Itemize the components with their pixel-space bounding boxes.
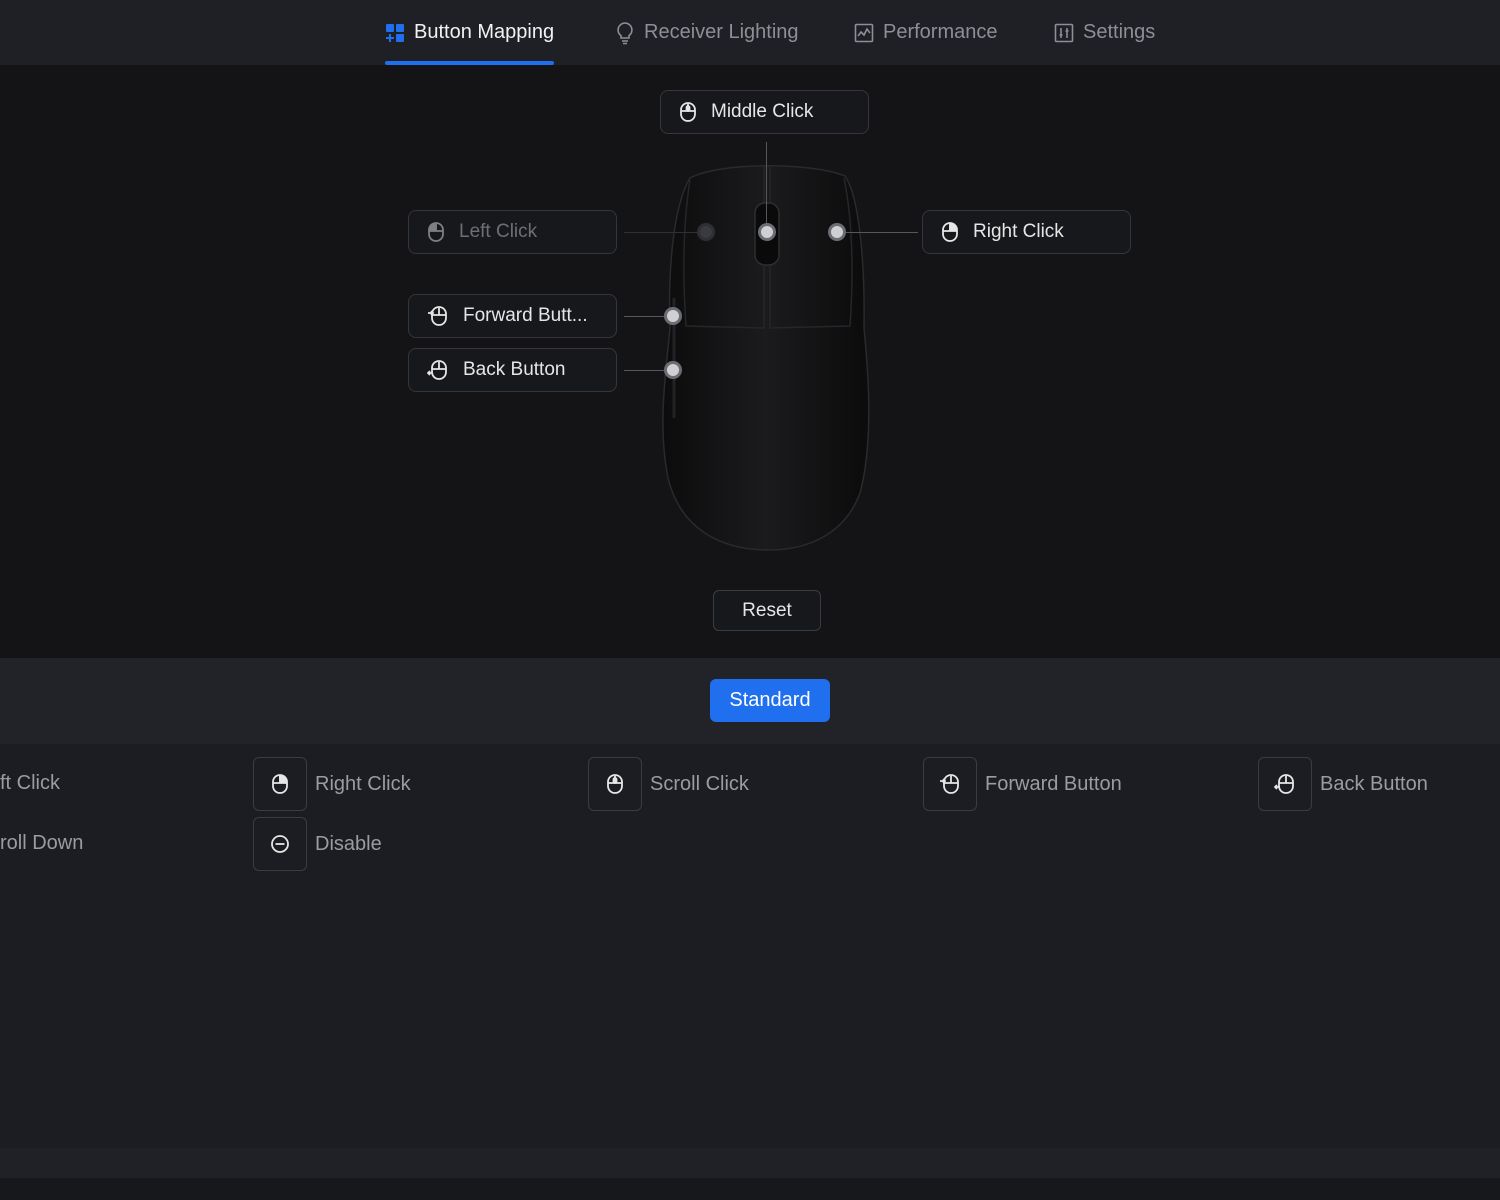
mapping-label: Back Button [463, 359, 566, 380]
mapping-label: Right Click [973, 221, 1064, 242]
action-label: Disable [315, 832, 382, 855]
standard-mode-button[interactable]: Standard [710, 679, 830, 722]
mouse-back-icon [1274, 774, 1294, 794]
action-icon-box [253, 817, 307, 871]
action-left-click[interactable]: ft Click [0, 772, 60, 795]
back-button-mapping[interactable]: Back Button [408, 348, 617, 392]
action-scroll-down[interactable]: roll Down [0, 832, 83, 855]
mouse-forward-icon [940, 774, 959, 794]
action-forward-button[interactable]: Forward Button [923, 757, 1122, 811]
left-connector [624, 232, 698, 233]
tab-label: Receiver Lighting [644, 21, 799, 43]
left-hotspot[interactable] [697, 223, 715, 241]
footer-edge [0, 1178, 1500, 1200]
action-label: roll Down [0, 832, 84, 854]
top-nav: Button Mapping Receiver Lighting Perform… [0, 0, 1500, 65]
action-disable[interactable]: Disable [253, 817, 382, 871]
tab-settings[interactable]: Settings [1054, 0, 1155, 65]
reset-button[interactable]: Reset [713, 590, 821, 631]
back-connector [624, 370, 664, 371]
middle-connector [766, 142, 767, 232]
right-click-mapping[interactable]: Right Click [922, 210, 1131, 254]
lightbulb-icon [617, 21, 633, 44]
action-icon-box [1258, 757, 1312, 811]
tab-button-mapping[interactable]: Button Mapping [385, 0, 555, 65]
forward-button-mapping[interactable]: Forward Butt... [408, 294, 617, 338]
forward-connector [624, 316, 664, 317]
forward-hotspot[interactable] [664, 307, 682, 325]
mouse-forward-icon [428, 306, 447, 326]
action-icon-box [253, 757, 307, 811]
mouse-left-icon [428, 222, 444, 242]
mapping-label: Middle Click [711, 101, 814, 122]
middle-hotspot[interactable] [758, 223, 776, 241]
footer-strip [0, 1148, 1500, 1178]
mapping-label: Forward Butt... [463, 305, 588, 326]
tab-performance[interactable]: Performance [854, 0, 998, 65]
action-scroll-click[interactable]: Scroll Click [588, 757, 749, 811]
disable-icon [271, 835, 289, 853]
chart-icon [854, 23, 874, 42]
mouse-scroll-icon [680, 102, 696, 122]
action-label: ft Click [0, 772, 60, 794]
action-back-button[interactable]: Back Button [1258, 757, 1428, 811]
mouse-right-icon [942, 222, 958, 242]
back-hotspot[interactable] [664, 361, 682, 379]
action-right-click[interactable]: Right Click [253, 757, 411, 811]
left-click-mapping[interactable]: Left Click [408, 210, 617, 254]
right-hotspot[interactable] [828, 223, 846, 241]
mouse-right-icon [272, 774, 288, 794]
action-label: Scroll Click [650, 772, 749, 795]
action-icon-box [588, 757, 642, 811]
action-label: Back Button [1320, 772, 1428, 795]
grid-icon [386, 23, 404, 42]
middle-click-mapping[interactable]: Middle Click [660, 90, 869, 134]
mouse-illustration [662, 165, 870, 551]
sliders-icon [1054, 23, 1074, 42]
tab-label: Button Mapping [414, 21, 555, 43]
right-connector [846, 232, 918, 233]
action-label: Forward Button [985, 772, 1122, 795]
mapping-label: Left Click [459, 221, 538, 242]
action-icon-box [923, 757, 977, 811]
tab-label: Settings [1083, 21, 1156, 43]
mouse-scroll-icon [607, 774, 623, 794]
mouse-back-icon [427, 360, 447, 380]
tab-label: Performance [883, 21, 998, 43]
action-label: Right Click [315, 772, 411, 795]
tab-receiver-lighting[interactable]: Receiver Lighting [615, 0, 799, 65]
